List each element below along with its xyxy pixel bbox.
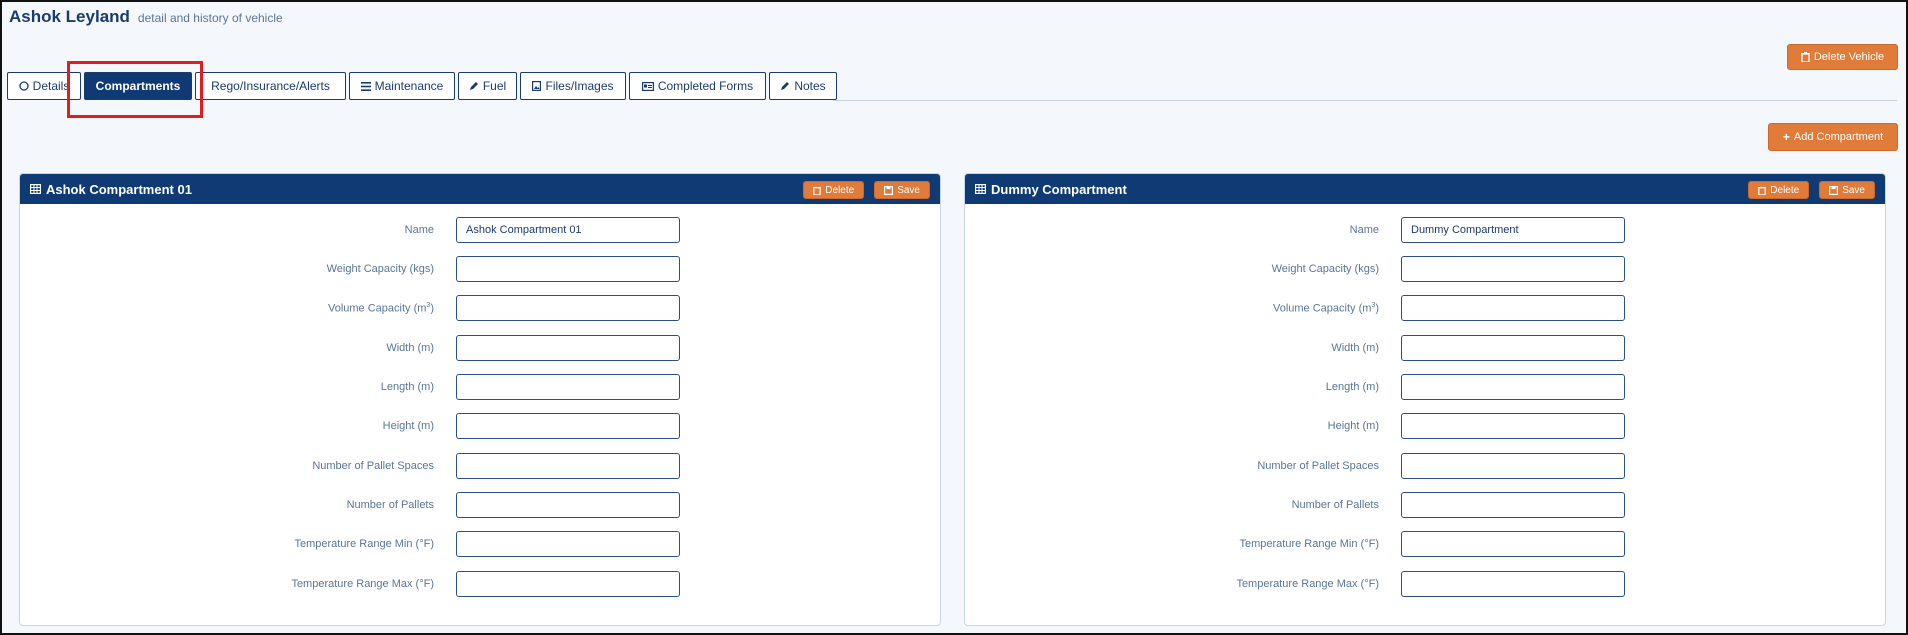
compartment-delete-button[interactable]: Delete bbox=[1748, 181, 1810, 199]
plus-icon: + bbox=[1782, 130, 1790, 144]
height-field[interactable] bbox=[456, 413, 680, 439]
compartment-header: Ashok Compartment 01 Delete Save bbox=[20, 174, 940, 204]
compartment-panel: Ashok Compartment 01 Delete Save Name We… bbox=[19, 173, 941, 626]
tab-notes[interactable]: Notes bbox=[769, 72, 837, 100]
pallets-label: Number of Pallets bbox=[346, 499, 434, 511]
compartment-panel: Dummy Compartment Delete Save Name Weigh… bbox=[964, 173, 1886, 626]
pencil-icon bbox=[469, 82, 478, 90]
tab-completed-forms[interactable]: Completed Forms bbox=[629, 72, 766, 100]
pallet-spaces-field[interactable] bbox=[456, 453, 680, 479]
weight-capacity-label: Weight Capacity (kgs) bbox=[1271, 263, 1379, 275]
compartment-title: Ashok Compartment 01 bbox=[46, 181, 192, 197]
tab-completed-forms-label: Completed Forms bbox=[657, 79, 754, 93]
name-label: Name bbox=[1349, 224, 1379, 236]
tab-files-images-label: Files/Images bbox=[545, 79, 614, 93]
temp-min-field[interactable] bbox=[456, 531, 680, 557]
length-label: Length (m) bbox=[1325, 381, 1379, 393]
save-label: Save bbox=[1842, 184, 1865, 196]
tab-rego-insurance-alerts[interactable]: Rego/Insurance/Alerts bbox=[195, 72, 346, 100]
delete-vehicle-label: Delete Vehicle bbox=[1813, 51, 1885, 63]
save-label: Save bbox=[897, 184, 920, 196]
delete-label: Delete bbox=[825, 184, 855, 196]
name-field[interactable] bbox=[456, 217, 680, 243]
delete-label: Delete bbox=[1770, 184, 1800, 196]
tab-files-images[interactable]: Files/Images bbox=[520, 72, 626, 100]
tab-fuel-label: Fuel bbox=[482, 79, 507, 93]
trash-icon bbox=[813, 186, 822, 195]
height-label: Height (m) bbox=[382, 420, 434, 432]
tab-compartments[interactable]: Compartments bbox=[84, 72, 192, 100]
bars-icon bbox=[360, 81, 371, 91]
volume-capacity-field[interactable] bbox=[456, 295, 680, 321]
pallets-field[interactable] bbox=[1401, 492, 1625, 518]
tab-fuel[interactable]: Fuel bbox=[458, 72, 517, 100]
compartment-title: Dummy Compartment bbox=[991, 181, 1127, 197]
length-field[interactable] bbox=[1401, 374, 1625, 400]
temp-max-label: Temperature Range Max (°F) bbox=[291, 578, 434, 590]
compartment-delete-button[interactable]: Delete bbox=[803, 181, 865, 199]
floppy-disk-icon bbox=[1829, 185, 1839, 195]
name-field[interactable] bbox=[1401, 217, 1625, 243]
pallets-field[interactable] bbox=[456, 492, 680, 518]
tab-details-label: Details bbox=[32, 79, 70, 93]
add-compartment-button[interactable]: + Add Compartment bbox=[1768, 123, 1898, 151]
name-label: Name bbox=[404, 224, 434, 236]
pallets-label: Number of Pallets bbox=[1291, 499, 1379, 511]
temp-min-label: Temperature Range Min (°F) bbox=[1239, 538, 1379, 550]
width-label: Width (m) bbox=[1331, 342, 1379, 354]
tab-notes-label: Notes bbox=[794, 79, 826, 93]
width-field[interactable] bbox=[456, 335, 680, 361]
width-label: Width (m) bbox=[386, 342, 434, 354]
add-compartment-label: Add Compartment bbox=[1793, 131, 1884, 143]
floppy-disk-icon bbox=[884, 185, 894, 195]
tab-maintenance-label: Maintenance bbox=[374, 79, 444, 93]
pallet-spaces-label: Number of Pallet Spaces bbox=[312, 460, 434, 472]
compartment-header: Dummy Compartment Delete Save bbox=[965, 174, 1885, 204]
pallet-spaces-field[interactable] bbox=[1401, 453, 1625, 479]
vehicle-tabs: Details Compartments Rego/Insurance/Aler… bbox=[7, 72, 837, 100]
tab-maintenance[interactable]: Maintenance bbox=[349, 72, 455, 100]
delete-vehicle-button[interactable]: Delete Vehicle bbox=[1787, 44, 1898, 70]
width-field[interactable] bbox=[1401, 335, 1625, 361]
temp-max-field[interactable] bbox=[456, 571, 680, 597]
tab-details[interactable]: Details bbox=[7, 72, 81, 100]
volume-capacity-label: Volume Capacity (m3) bbox=[1272, 302, 1379, 315]
height-field[interactable] bbox=[1401, 413, 1625, 439]
tab-rego-label: Rego/Insurance/Alerts bbox=[211, 79, 330, 93]
table-icon bbox=[30, 184, 41, 194]
volume-capacity-field[interactable] bbox=[1401, 295, 1625, 321]
page-header: Ashok Leyland detail and history of vehi… bbox=[9, 7, 283, 27]
temp-min-label: Temperature Range Min (°F) bbox=[294, 538, 434, 550]
weight-capacity-field[interactable] bbox=[456, 256, 680, 282]
tab-compartments-label: Compartments bbox=[95, 79, 181, 93]
pallet-spaces-label: Number of Pallet Spaces bbox=[1257, 460, 1379, 472]
id-card-icon bbox=[641, 81, 654, 91]
temp-min-field[interactable] bbox=[1401, 531, 1625, 557]
circle-icon bbox=[19, 81, 29, 91]
trash-icon bbox=[1758, 186, 1767, 195]
pencil-icon bbox=[781, 82, 790, 90]
weight-capacity-label: Weight Capacity (kgs) bbox=[326, 263, 434, 275]
page-subtitle: detail and history of vehicle bbox=[137, 11, 283, 25]
temp-max-field[interactable] bbox=[1401, 571, 1625, 597]
table-icon bbox=[975, 184, 986, 194]
tab-divider bbox=[833, 100, 1897, 101]
trash-icon bbox=[1800, 52, 1810, 62]
length-label: Length (m) bbox=[380, 381, 434, 393]
compartment-save-button[interactable]: Save bbox=[874, 181, 930, 199]
volume-capacity-label: Volume Capacity (m3) bbox=[327, 302, 434, 315]
weight-capacity-field[interactable] bbox=[1401, 256, 1625, 282]
compartment-save-button[interactable]: Save bbox=[1819, 181, 1875, 199]
image-file-icon bbox=[532, 81, 542, 91]
length-field[interactable] bbox=[456, 374, 680, 400]
page-title: Ashok Leyland bbox=[9, 7, 130, 26]
height-label: Height (m) bbox=[1327, 420, 1379, 432]
temp-max-label: Temperature Range Max (°F) bbox=[1236, 578, 1379, 590]
